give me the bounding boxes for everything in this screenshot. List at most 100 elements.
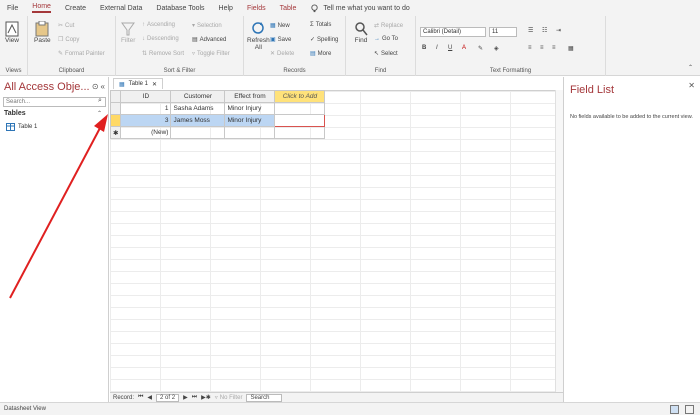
tab-fields[interactable]: Fields [247,5,266,12]
paste-button[interactable]: Paste [34,21,51,44]
tab-database-tools[interactable]: Database Tools [156,5,204,12]
tab-file[interactable]: File [7,5,18,12]
new-record-nav-icon[interactable]: ▶✱ [201,394,211,401]
nav-search-input[interactable]: Search... [3,97,106,107]
cell-new[interactable]: (New) [120,126,172,139]
save-record-button[interactable]: ▣ Save [270,36,291,44]
font-name-select[interactable]: Calibri (Detail) [420,27,486,37]
refresh-all-button[interactable]: Refresh All [247,21,270,51]
table-row[interactable]: 1 Sasha Adams Minor Injury [109,102,326,115]
more-button[interactable]: ▤ More [310,50,331,58]
close-icon[interactable]: ✕ [152,81,157,88]
design-view-icon[interactable] [685,405,694,414]
row-selector[interactable] [109,102,122,115]
cell-empty[interactable] [224,126,276,139]
sort-filter-group-label: Sort & Filter [163,68,196,74]
find-button[interactable]: Find [354,21,368,44]
first-record-icon[interactable]: ⏮ [138,394,143,401]
cut-button[interactable]: ✂ Cut [58,22,74,30]
select-button[interactable]: ↖ Select [374,50,398,58]
collapse-pane-icon[interactable]: « [101,82,105,91]
column-header-id[interactable]: ID [120,90,172,103]
column-header-customer[interactable]: Customer [170,90,226,103]
collapse-ribbon-icon[interactable]: ⌃ [688,64,693,71]
view-button[interactable]: View [5,21,19,44]
close-icon[interactable]: ✕ [688,81,695,90]
cell-customer[interactable]: Sasha Adams [170,102,226,115]
new-record-selector[interactable]: ✱ [109,126,122,139]
nav-item-table[interactable]: Table 1 [6,123,37,131]
prev-record-icon[interactable]: ◀ [147,394,152,401]
nav-pane-title[interactable]: All Access Obje... [4,81,90,93]
bullets-icon[interactable]: ☰ [528,27,533,34]
cell-id[interactable]: 1 [120,102,172,115]
select-all-cell[interactable] [109,90,122,103]
descending-button[interactable]: ↓ Descending [142,36,179,42]
font-color-button[interactable]: A [462,45,466,51]
delete-record-button[interactable]: ✕ Delete [270,50,294,58]
cell-effect[interactable]: Minor Injury [224,114,276,127]
fill-color-button[interactable]: ◈ [494,45,499,52]
selection-button[interactable]: ▾ Selection [192,22,222,30]
views-group: View Views [0,16,28,76]
nav-section-tables[interactable]: Tables [4,110,26,117]
filter-button[interactable]: Filter [121,21,135,44]
highlight-button[interactable]: ✎ [478,45,483,52]
align-left-icon[interactable]: ≡ [528,45,532,51]
remove-sort-label: Remove Sort [149,50,185,57]
click-to-add-header[interactable]: Click to Add [274,90,326,103]
gridlines-icon[interactable]: ▦ [568,45,574,52]
align-right-icon[interactable]: ≡ [552,45,556,51]
record-search-input[interactable]: Search [246,393,283,402]
toggle-filter-button[interactable]: ▿ Toggle Filter [192,50,230,58]
tab-external-data[interactable]: External Data [100,5,142,12]
align-center-icon[interactable]: ≡ [540,45,544,51]
dropdown-circle-icon[interactable]: ⊙ [92,82,99,91]
paste-icon [35,21,49,37]
search-icon[interactable]: ⌕ [98,97,106,105]
spelling-button[interactable]: ✓ Spelling [310,36,338,44]
tell-me-box[interactable]: Tell me what you want to do [310,3,410,13]
new-record-row[interactable]: ✱ (New) [109,126,326,139]
font-size-select[interactable]: 11 [489,27,517,37]
chevron-up-icon[interactable]: ⌃ [97,110,102,117]
datasheet-view-icon[interactable] [670,405,679,414]
cell-add[interactable] [274,114,326,127]
more-icon: ▤ [310,51,316,57]
tab-help[interactable]: Help [219,5,233,12]
no-filter-button[interactable]: ▿ No Filter [215,394,243,402]
view-icon [5,21,19,37]
cell-id[interactable]: 3 [120,114,172,127]
remove-sort-button[interactable]: ⇅ Remove Sort [142,50,185,58]
advanced-button[interactable]: ▤ Advanced [192,36,226,44]
cell-empty[interactable] [170,126,226,139]
underline-button[interactable]: U [448,45,452,51]
last-record-icon[interactable]: ⏭ [192,394,197,401]
vertical-scrollbar[interactable] [555,90,563,392]
cell-empty[interactable] [274,126,326,139]
ascending-button[interactable]: ↑ Ascending [142,22,175,28]
cell-add[interactable] [274,102,326,115]
italic-button[interactable]: I [436,45,438,51]
format-painter-button[interactable]: ✎ Format Painter [58,50,105,58]
indent-icon[interactable]: ⇥ [556,27,561,34]
tab-home[interactable]: Home [32,3,51,13]
next-record-icon[interactable]: ▶ [183,394,188,401]
bold-button[interactable]: B [422,45,426,51]
record-position-input[interactable]: 2 of 2 [156,393,180,402]
tab-table[interactable]: Table [280,5,297,12]
new-record-icon: ▦ [270,23,276,29]
table-row[interactable]: 3 James Moss Minor Injury [109,114,326,127]
tab-create[interactable]: Create [65,5,86,12]
totals-button[interactable]: Σ Totals [310,22,331,28]
go-to-button[interactable]: → Go To [374,36,398,42]
tab-table-1[interactable]: ▦ Table 1 ✕ [113,78,164,89]
row-selector[interactable] [109,114,122,127]
new-record-button[interactable]: ▦ New [270,22,290,30]
numbering-icon[interactable]: ☷ [542,27,547,34]
replace-button[interactable]: ⇄ Replace [374,22,403,30]
copy-button[interactable]: ❐ Copy [58,36,79,44]
cell-effect[interactable]: Minor Injury [224,102,276,115]
column-header-effect[interactable]: Effect from [224,90,276,103]
cell-customer[interactable]: James Moss [170,114,226,127]
